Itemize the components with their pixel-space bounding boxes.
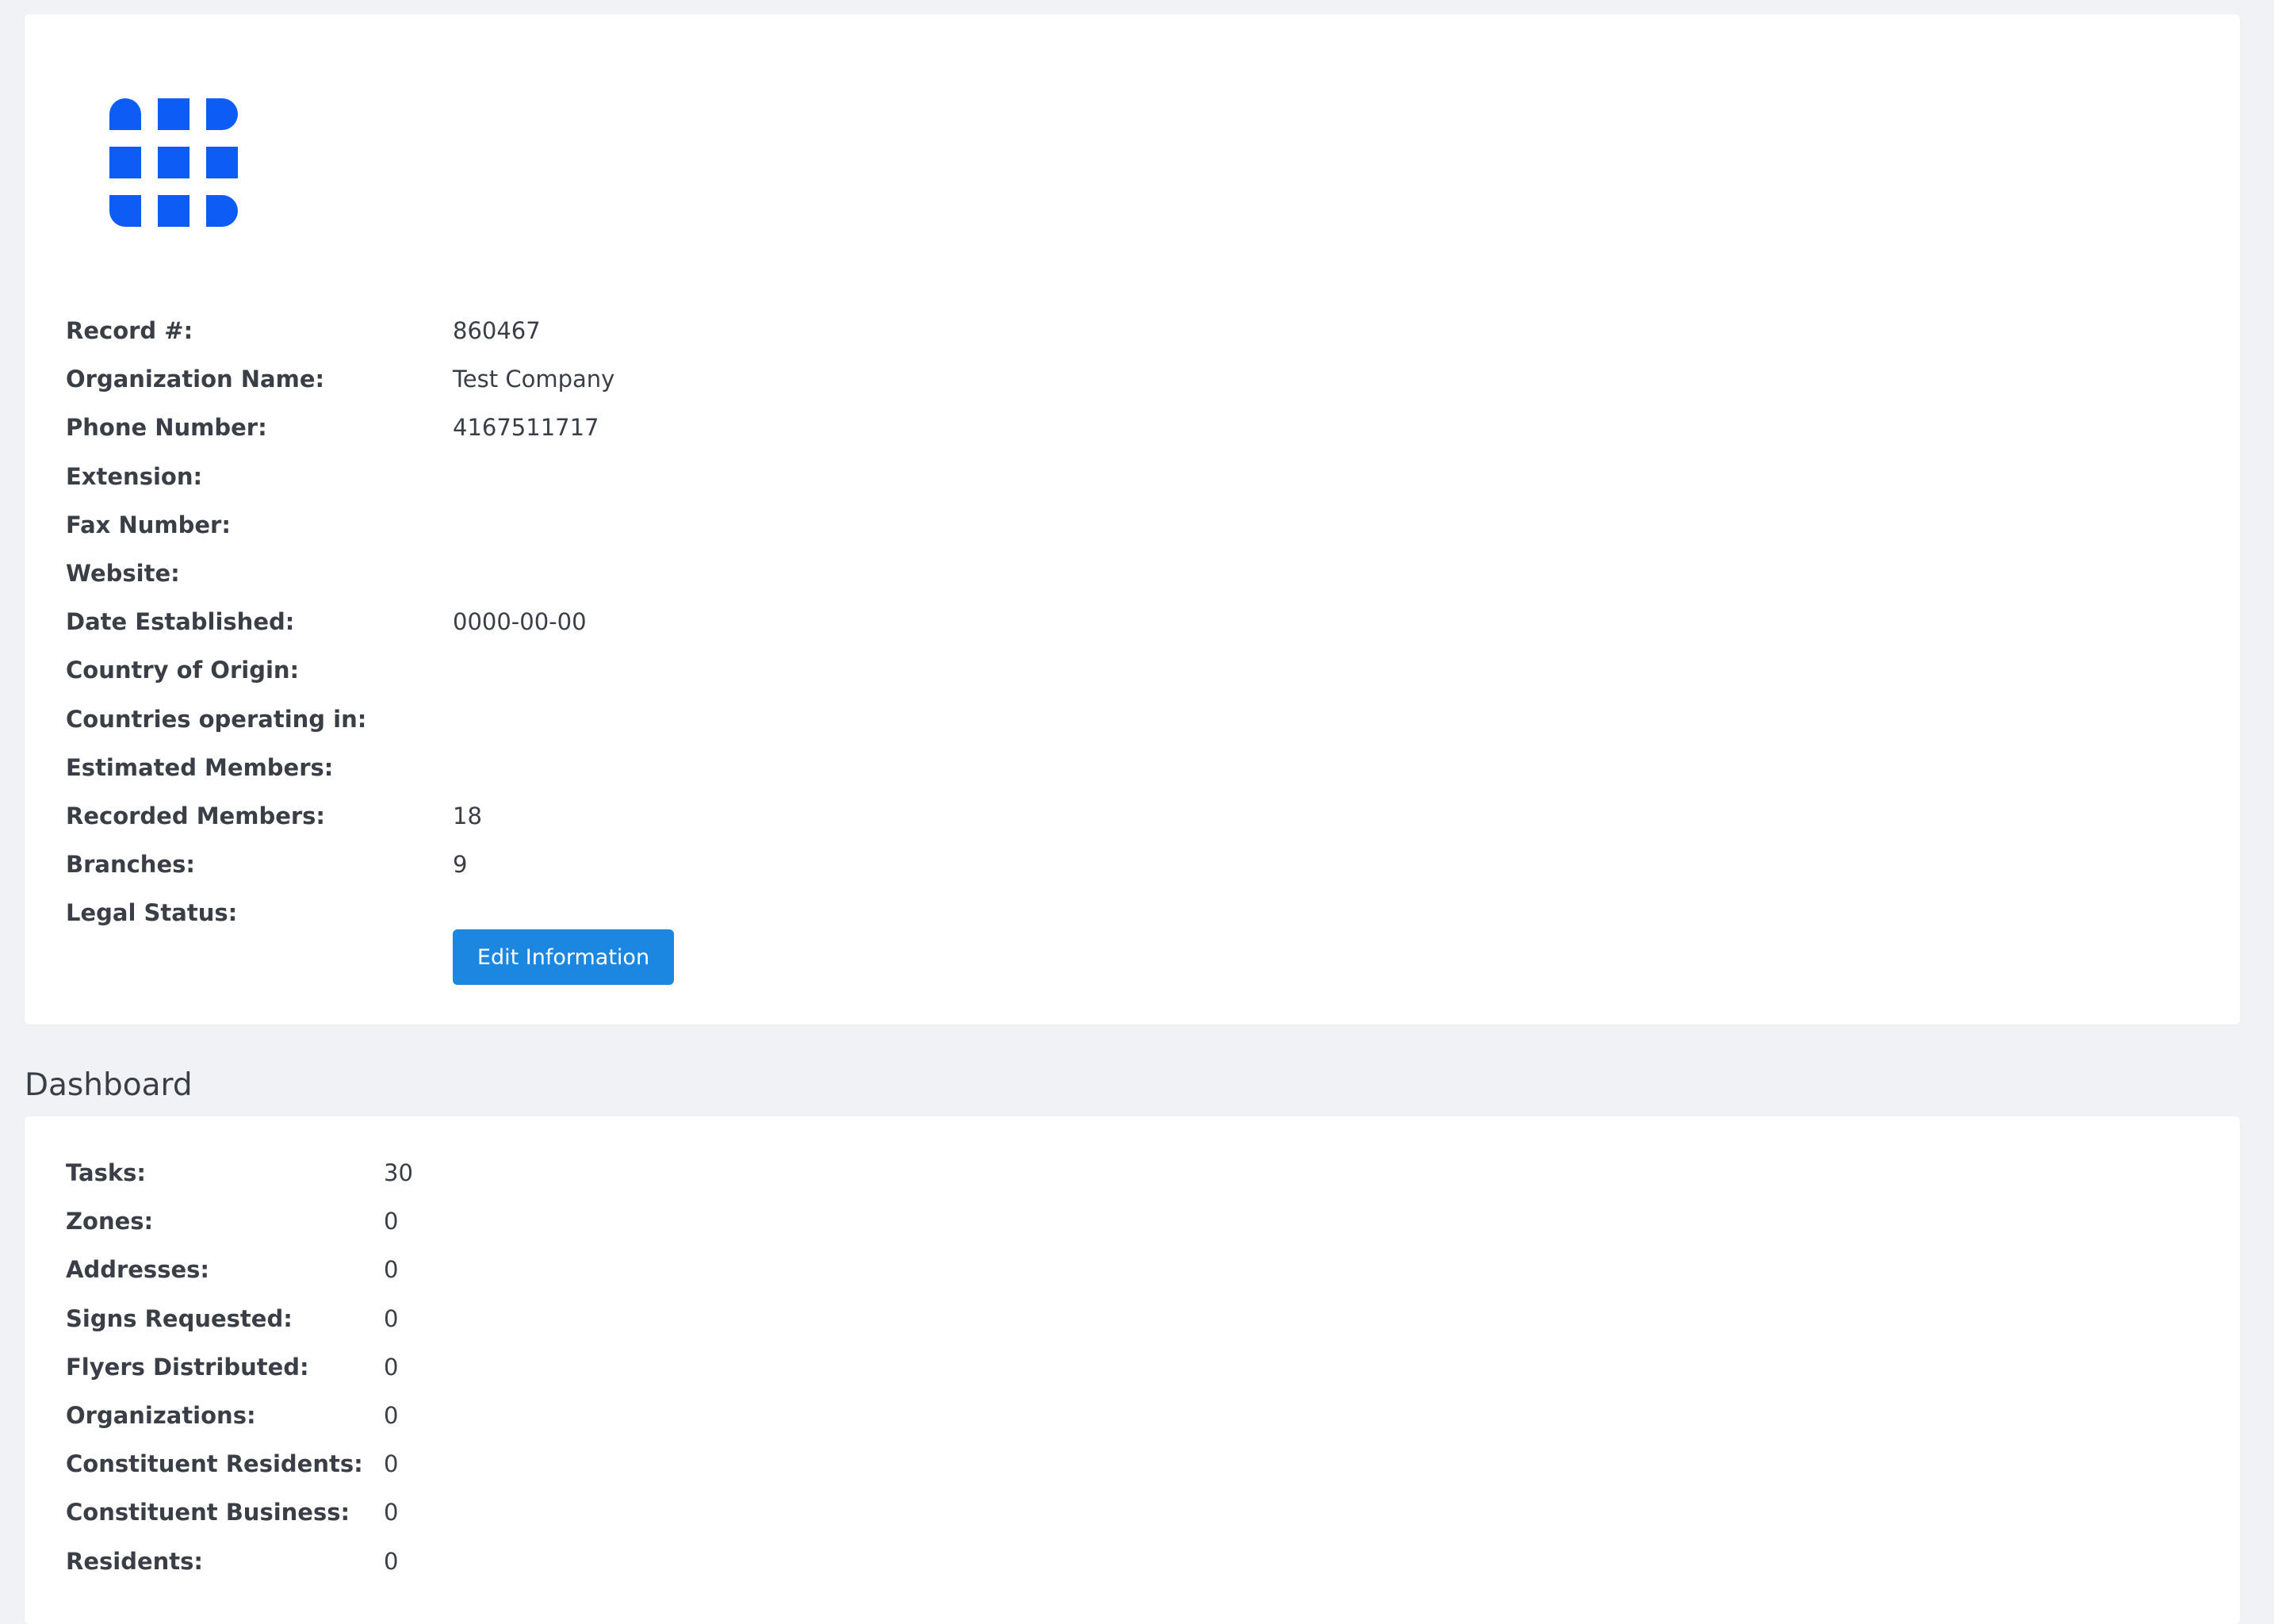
info-field-row: Countries operating in: xyxy=(25,699,2240,739)
info-field-label: Countries operating in: xyxy=(66,705,367,733)
dashboard-title: Dashboard xyxy=(25,1067,193,1103)
info-field-row: Legal Status: xyxy=(25,893,2240,933)
info-field-label: Record #: xyxy=(66,317,193,344)
edit-information-button[interactable]: Edit Information xyxy=(453,929,674,985)
organization-info-card: Record #: 860467 Organization Name: Test Co… xyxy=(25,14,2240,1025)
info-field-label: Legal Status: xyxy=(66,899,238,927)
dashboard-metric-value: 0 xyxy=(384,1402,399,1429)
dashboard-metric-value: 30 xyxy=(384,1159,413,1186)
info-field-label: Website: xyxy=(66,560,180,587)
dashboard-metric-row: Constituent Business: 0 xyxy=(25,1492,2240,1532)
dashboard-card: Tasks: 30 Zones: 0 Addresses: 0 Signs Requeste… xyxy=(25,1116,2240,1624)
dashboard-metric-row: Flyers Distributed: 0 xyxy=(25,1347,2240,1387)
dashboard-metric-value: 0 xyxy=(384,1208,399,1235)
info-field-row: Phone Number: 4167511717 xyxy=(25,408,2240,447)
dashboard-metric-row: Organizations: 0 xyxy=(25,1396,2240,1435)
dashboard-metric-row: Addresses: 0 xyxy=(25,1250,2240,1289)
info-field-value: 860467 xyxy=(453,317,541,344)
info-field-row: Recorded Members: 18 xyxy=(25,796,2240,836)
dashboard-metric-label: Flyers Distributed: xyxy=(66,1353,309,1381)
info-field-label: Organization Name: xyxy=(66,366,325,393)
info-field-value: 9 xyxy=(453,851,468,879)
info-field-row: Date Established: 0000-00-00 xyxy=(25,602,2240,642)
info-field-value: Test Company xyxy=(453,366,615,393)
dashboard-metric-value: 0 xyxy=(384,1499,399,1526)
dashboard-metric-label: Addresses: xyxy=(66,1256,209,1284)
dashboard-metric-label: Signs Requested: xyxy=(66,1304,293,1332)
info-field-label: Date Established: xyxy=(66,608,295,636)
info-field-row: Branches: 9 xyxy=(25,845,2240,884)
dashboard-metric-label: Residents: xyxy=(66,1547,203,1575)
info-field-value: 0000-00-00 xyxy=(453,608,587,636)
dashboard-metric-row: Residents: 0 xyxy=(25,1542,2240,1581)
info-field-row: Estimated Members: xyxy=(25,748,2240,787)
info-field-row: Country of Origin: xyxy=(25,650,2240,690)
dashboard-metric-label: Tasks: xyxy=(66,1159,147,1186)
dashboard-metric-row: Signs Requested: 0 xyxy=(25,1299,2240,1339)
info-field-row: Organization Name: Test Company xyxy=(25,359,2240,399)
dashboard-metric-row: Constituent Residents: 0 xyxy=(25,1444,2240,1484)
info-field-label: Extension: xyxy=(66,462,203,490)
dashboard-metric-label: Zones: xyxy=(66,1208,154,1235)
info-field-value: 4167511717 xyxy=(453,414,599,442)
info-field-label: Branches: xyxy=(66,851,195,879)
info-field-label: Phone Number: xyxy=(66,414,267,442)
dashboard-metric-value: 0 xyxy=(384,1256,399,1284)
dashboard-metric-row: Tasks: 30 xyxy=(25,1153,2240,1193)
dashboard-metric-value: 0 xyxy=(384,1547,399,1575)
dashboard-metric-value: 0 xyxy=(384,1450,399,1478)
info-field-row: Extension: xyxy=(25,457,2240,496)
info-field-row: Record #: 860467 xyxy=(25,311,2240,350)
dashboard-metric-row: Zones: 0 xyxy=(25,1201,2240,1241)
info-field-value: 18 xyxy=(453,802,482,829)
dashboard-metric-label: Constituent Business: xyxy=(66,1499,350,1526)
grid-logo-icon xyxy=(109,98,238,227)
info-field-row: Website: xyxy=(25,553,2240,593)
info-field-label: Fax Number: xyxy=(66,511,231,538)
dashboard-metric-label: Organizations: xyxy=(66,1402,256,1429)
dashboard-metric-label: Constituent Residents: xyxy=(66,1450,363,1478)
dashboard-metric-value: 0 xyxy=(384,1353,399,1381)
info-field-label: Estimated Members: xyxy=(66,753,334,781)
dashboard-metric-value: 0 xyxy=(384,1304,399,1332)
info-field-label: Recorded Members: xyxy=(66,802,326,829)
info-field-label: Country of Origin: xyxy=(66,657,300,684)
info-field-row: Fax Number: xyxy=(25,505,2240,545)
